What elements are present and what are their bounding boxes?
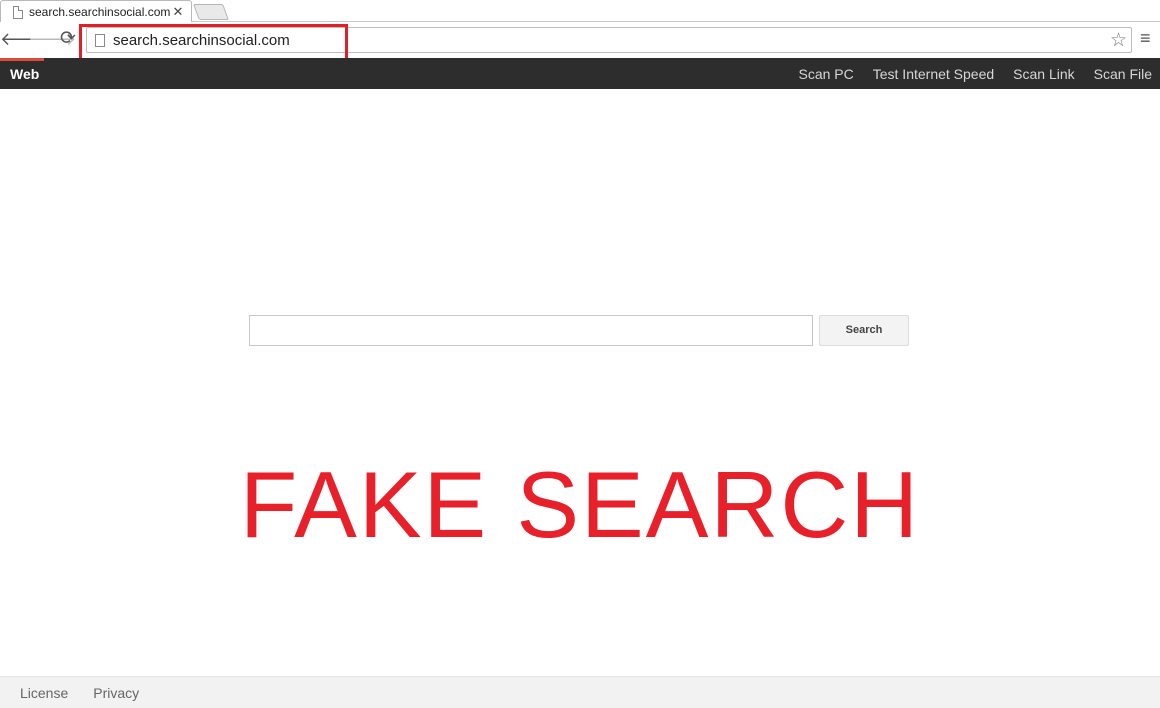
- footer: License Privacy: [0, 676, 1160, 708]
- forward-arrow-icon[interactable]: 🡒: [28, 28, 76, 50]
- nav-link-scan-link[interactable]: Scan Link: [1013, 66, 1074, 82]
- nav-web-tab[interactable]: Web: [0, 58, 44, 89]
- footer-link-license[interactable]: License: [20, 685, 68, 701]
- page-icon: [13, 5, 23, 19]
- tab-title: search.searchinsocial.com: [29, 5, 171, 19]
- browser-tab[interactable]: search.searchinsocial.com ✕: [0, 0, 192, 23]
- search-input[interactable]: [249, 315, 813, 346]
- new-tab-button[interactable]: [193, 4, 229, 20]
- footer-link-privacy[interactable]: Privacy: [93, 685, 139, 701]
- nav-link-scan-file[interactable]: Scan File: [1094, 66, 1152, 82]
- nav-link-scan-pc[interactable]: Scan PC: [798, 66, 853, 82]
- nav-links: Scan PC Test Internet Speed Scan Link Sc…: [798, 58, 1152, 89]
- back-arrow-icon[interactable]: 🡐: [0, 28, 48, 50]
- close-tab-icon[interactable]: ✕: [171, 4, 185, 20]
- browser-menu-icon[interactable]: ≡: [1140, 28, 1151, 49]
- reload-icon[interactable]: ⟳: [57, 28, 79, 50]
- bookmark-star-icon[interactable]: ☆: [1110, 29, 1127, 52]
- tab-strip: search.searchinsocial.com ✕: [0, 0, 1160, 23]
- nav-link-test-internet-speed[interactable]: Test Internet Speed: [873, 66, 994, 82]
- fake-search-label: FAKE SEARCH: [239, 452, 921, 557]
- search-button[interactable]: Search: [819, 315, 909, 346]
- top-nav-bar: Web Scan PC Test Internet Speed Scan Lin…: [0, 58, 1160, 89]
